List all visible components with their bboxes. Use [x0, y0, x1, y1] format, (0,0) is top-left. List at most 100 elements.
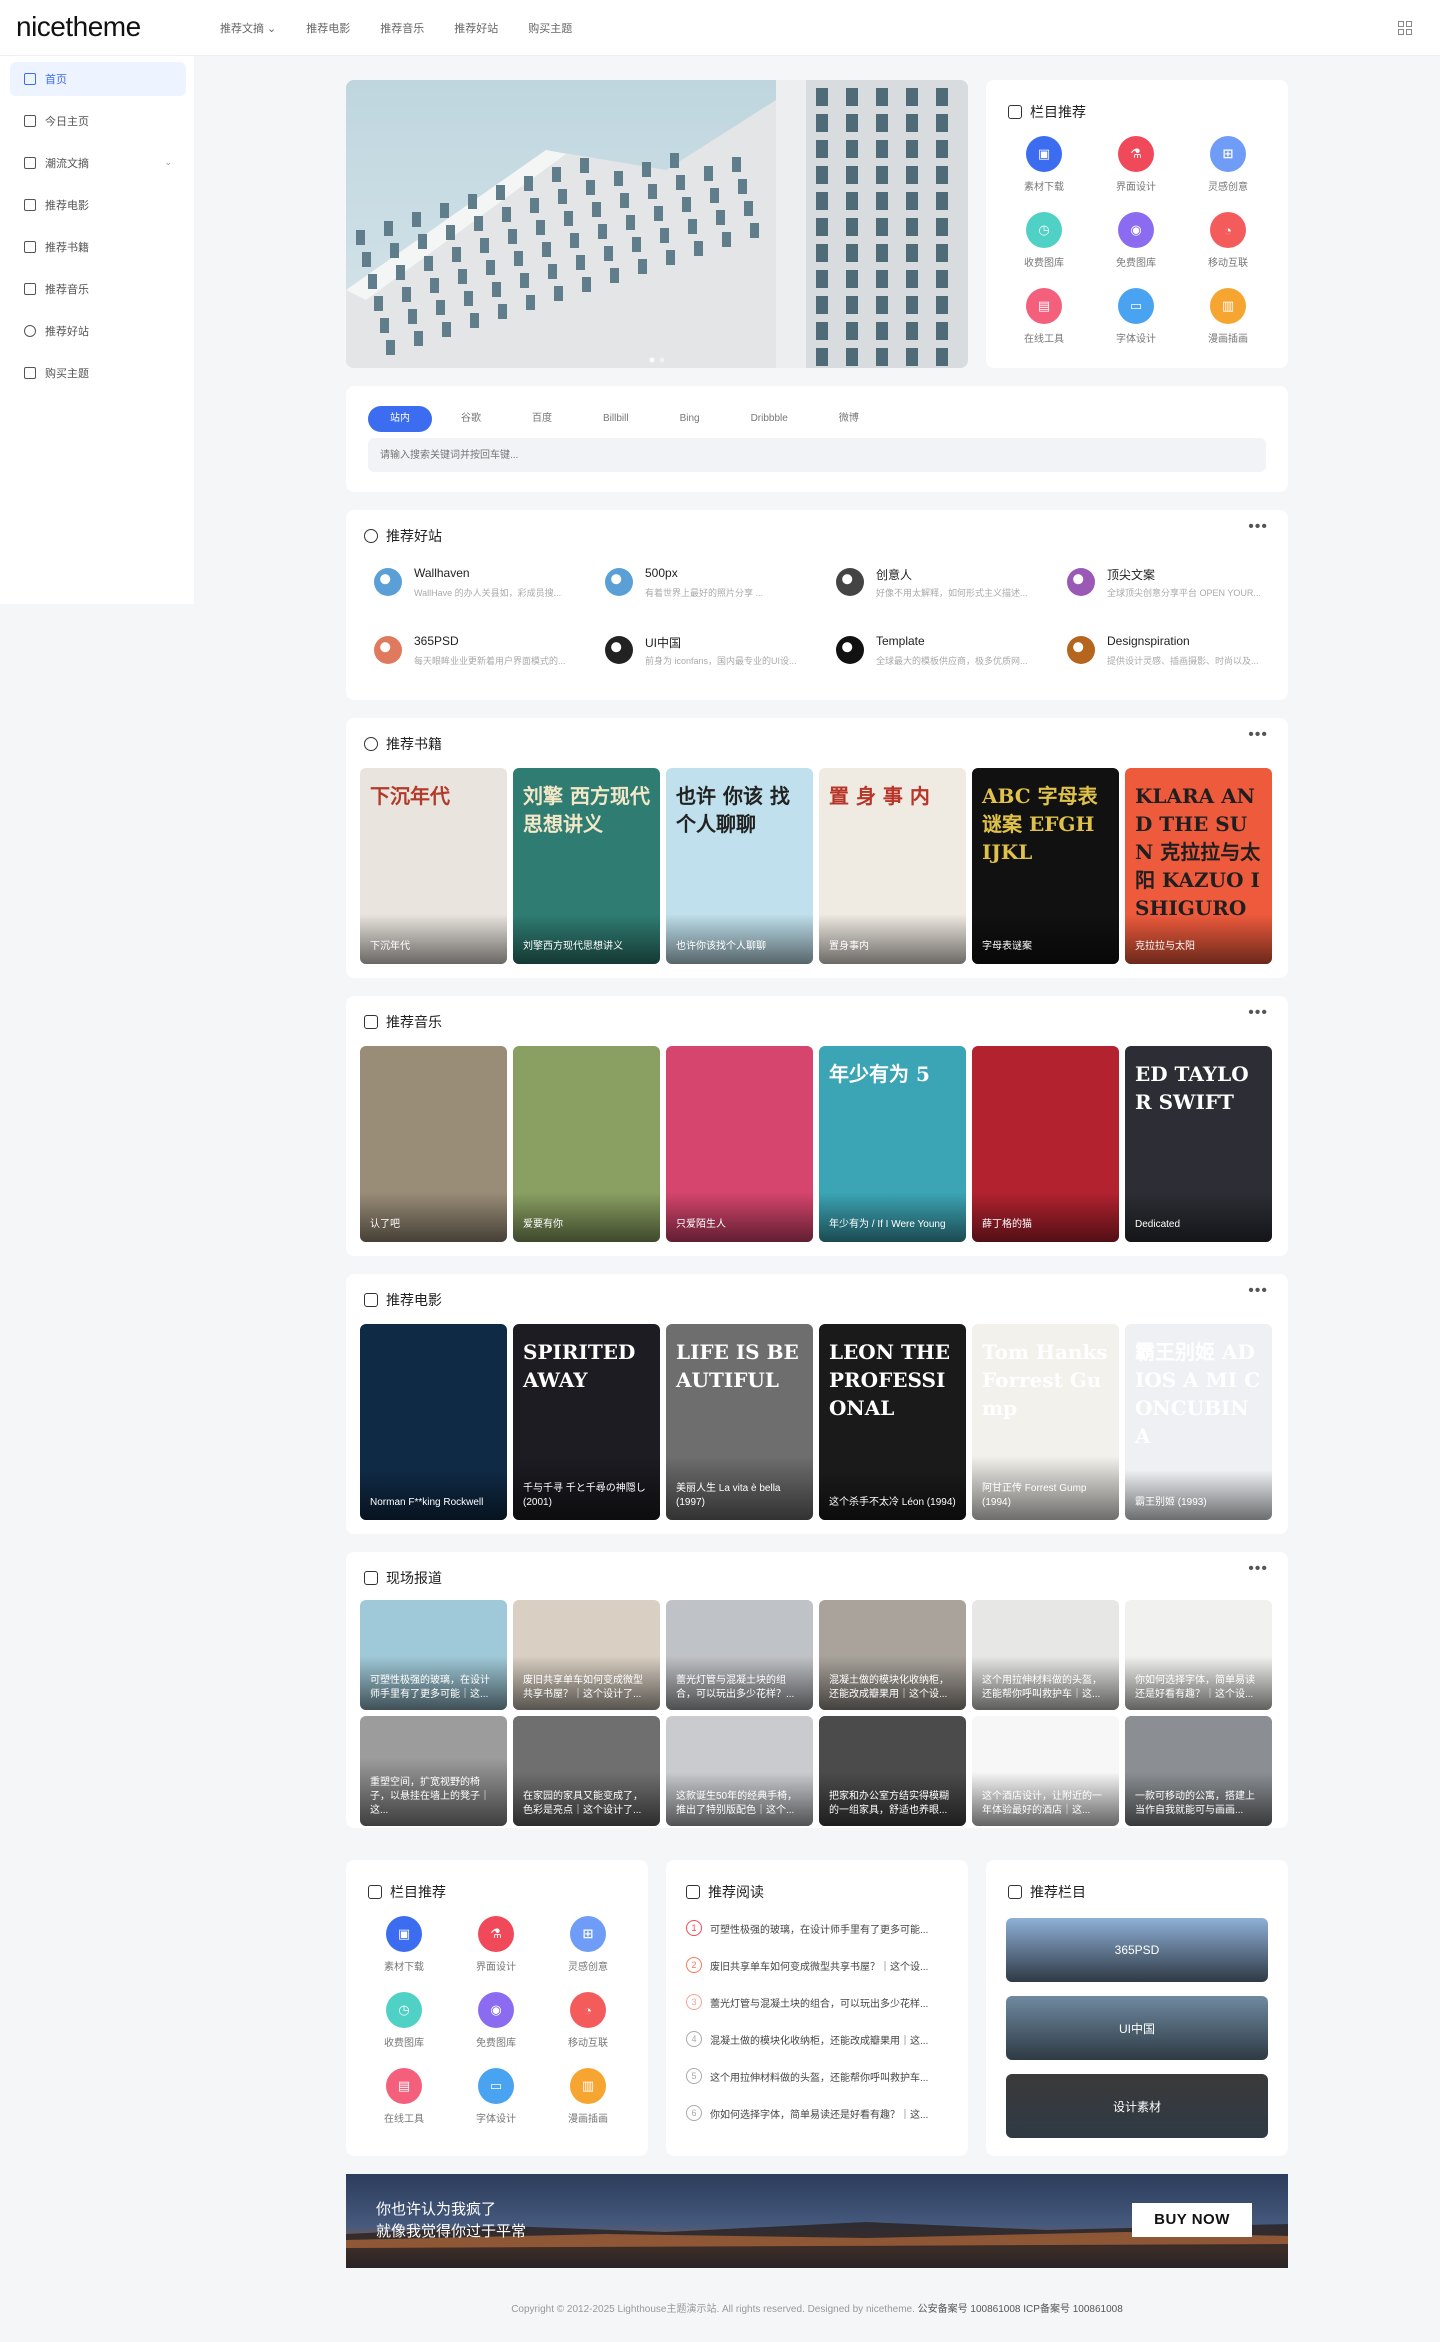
category-item[interactable]: ▣ 素材下载	[364, 1916, 444, 1976]
category-item[interactable]: ◉ 免费图库	[456, 1992, 536, 2052]
reading-item[interactable]: 2 废旧共享单车如何变成微型共享书屋？｜这个设...	[686, 1955, 948, 1975]
footer-icp-link[interactable]: ICP备案号 100861008	[1023, 2304, 1123, 2315]
category-item[interactable]: ◉ 免费图库	[1096, 212, 1176, 272]
site-item[interactable]: 创意人 好像不用太解释，如何形式主义描述...	[822, 554, 1042, 610]
movies-tile[interactable]: Tom Hanks Forrest Gump 阿甘正传 Forrest Gump …	[972, 1324, 1119, 1520]
site-item[interactable]: 顶尖文案 全球顶尖创意分享平台 OPEN YOUR...	[1053, 554, 1273, 610]
news-tile[interactable]: 这个用拉伸材料做的头盔，还能帮你呼叫救护车｜这...	[972, 1600, 1119, 1710]
books-tile[interactable]: 刘擎 西方现代 思想讲义 刘擎西方现代思想讲义	[513, 768, 660, 964]
search-input[interactable]	[368, 438, 1266, 472]
column-banner[interactable]: 设计素材	[1006, 2074, 1268, 2138]
sidebar-item-books[interactable]: 推荐书籍	[10, 230, 186, 264]
category-item[interactable]: ▭ 字体设计	[1096, 288, 1176, 348]
category-item[interactable]: ⚗ 界面设计	[1096, 136, 1176, 196]
news-tile[interactable]: 蕾光灯管与混凝土块的组合，可以玩出多少花样？...	[666, 1600, 813, 1710]
sidebar-item-today[interactable]: 今日主页	[10, 104, 186, 138]
sidebar-item-movies[interactable]: 推荐电影	[10, 188, 186, 222]
search-tab[interactable]: Dribbble	[729, 406, 810, 432]
category-item[interactable]: ◷ 收费图库	[1004, 212, 1084, 272]
movies-tile[interactable]: LIFE IS BEAUTIFUL 美丽人生 La vita è bella (1…	[666, 1324, 813, 1520]
category-item[interactable]: ◔ 移动互联	[1188, 212, 1268, 272]
category-label: 在线工具	[384, 2114, 424, 2125]
ad-banner[interactable]: 你也许认为我疯了 就像我觉得你过于平常 BUY NOW	[346, 2174, 1288, 2268]
movies-tile[interactable]: SPIRITED AWAY 千与千寻 千と千尋の神隠し (2001)	[513, 1324, 660, 1520]
category-item[interactable]: ◔ 移动互联	[548, 1992, 628, 2052]
reading-item[interactable]: 3 蕾光灯管与混凝土块的组合，可以玩出多少花样...	[686, 1992, 948, 2012]
category-item[interactable]: ◷ 收费图库	[364, 1992, 444, 2052]
search-tab[interactable]: 微博	[817, 406, 881, 432]
site-item[interactable]: Template 全球最大的模板供应商，极多优质网...	[822, 622, 1042, 678]
music-tile[interactable]: 认了吧	[360, 1046, 507, 1242]
more-icon[interactable]: •••	[1248, 1560, 1268, 1578]
sidebar-item-sites[interactable]: 推荐好站	[10, 314, 186, 348]
sidebar-item-music[interactable]: 推荐音乐	[10, 272, 186, 306]
category-item[interactable]: ▣ 素材下载	[1004, 136, 1084, 196]
topnav-item-buy[interactable]: 购买主题	[528, 20, 572, 36]
column-banner[interactable]: UI中国	[1006, 1996, 1268, 2060]
sidebar-item-home[interactable]: 首页	[10, 62, 186, 96]
column-banner[interactable]: 365PSD	[1006, 1918, 1268, 1982]
topnav-item-digest[interactable]: 推荐文摘 ⌄	[220, 20, 276, 36]
category-item[interactable]: ▤ 在线工具	[364, 2068, 444, 2128]
news-tile[interactable]: 可塑性极强的玻璃，在设计师手里有了更多可能｜这...	[360, 1600, 507, 1710]
site-item[interactable]: UI中国 前身为 iconfans，国内最专业的UI设...	[591, 622, 811, 678]
more-icon[interactable]: •••	[1248, 1004, 1268, 1022]
news-tile[interactable]: 混凝土做的模块化收纳柜，还能改成瓣果用｜这个设...	[819, 1600, 966, 1710]
books-tile[interactable]: 下沉年代 下沉年代	[360, 768, 507, 964]
hero-image[interactable]	[346, 80, 968, 368]
books-tile[interactable]: 也许 你该 找个人聊聊 也许你该找个人聊聊	[666, 768, 813, 964]
news-tile[interactable]: 你如何选择字体，简单易读还是好看有趣？｜这个设...	[1125, 1600, 1272, 1710]
sidebar-item-buy[interactable]: 购买主题	[10, 356, 186, 390]
search-tab[interactable]: Billbill	[581, 406, 651, 432]
news-tile[interactable]: 一款可移动的公寓，搭建上当作自我就能可与画画...	[1125, 1716, 1272, 1826]
reading-item[interactable]: 6 你如何选择字体，简单易读还是好看有趣？｜这...	[686, 2103, 948, 2123]
news-tile[interactable]: 在家园的家具又能变成了，色彩是亮点｜这个设计了...	[513, 1716, 660, 1826]
topnav-item-sites[interactable]: 推荐好站	[454, 20, 498, 36]
search-tab[interactable]: 谷歌	[439, 406, 503, 432]
news-tile[interactable]: 废旧共享单车如何变成微型共享书屋？｜这个设计了...	[513, 1600, 660, 1710]
books-tile[interactable]: 置 身 事 内置身事内	[819, 768, 966, 964]
books-tile[interactable]: KLARA AND THE SUN 克拉拉与太阳 KAZUO ISHIGURO 克…	[1125, 768, 1272, 964]
topnav-item-movies[interactable]: 推荐电影	[306, 20, 350, 36]
more-icon[interactable]: •••	[1248, 726, 1268, 744]
more-icon[interactable]: •••	[1248, 518, 1268, 536]
site-item[interactable]: Designspiration 提供设计灵感、插画摄影、时尚以及...	[1053, 622, 1273, 678]
category-item[interactable]: ⊞ 灵感创意	[548, 1916, 628, 1976]
site-logo[interactable]: nicetheme	[16, 10, 141, 44]
movies-tile[interactable]: Norman F**king Rockwell	[360, 1324, 507, 1520]
more-icon[interactable]: •••	[1248, 1282, 1268, 1300]
grid-menu-icon[interactable]	[1398, 21, 1412, 35]
category-item[interactable]: ▥ 漫画插画	[548, 2068, 628, 2128]
category-item[interactable]: ⚗ 界面设计	[456, 1916, 536, 1976]
site-item[interactable]: Wallhaven WallHave 的办人关县如，彩成员搜...	[360, 554, 580, 610]
site-item[interactable]: 500px 有着世界上最好的照片分享 ...	[591, 554, 811, 610]
music-tile[interactable]: 只爱陌生人	[666, 1046, 813, 1242]
books-tile[interactable]: ABC 字母表谜案 EFGH IJKL 字母表谜案	[972, 768, 1119, 964]
music-tile[interactable]: ED TAYLOR SWIFT Dedicated	[1125, 1046, 1272, 1242]
movies-tile[interactable]: LEON THE PROFESSIONAL 这个杀手不太冷 Léon (1994)	[819, 1324, 966, 1520]
footer-beian-link[interactable]: 公安备案号 100861008	[918, 2304, 1021, 2315]
search-tab[interactable]: 站内	[368, 406, 432, 432]
buy-now-button[interactable]: BUY NOW	[1132, 2203, 1252, 2237]
reading-item[interactable]: 1 可塑性极强的玻璃，在设计师手里有了更多可能...	[686, 1918, 948, 1938]
reading-item[interactable]: 4 混凝土做的模块化收纳柜，还能改成瓣果用｜这...	[686, 2029, 948, 2049]
reading-item[interactable]: 5 这个用拉伸材料做的头盔，还能帮你呼叫救护车...	[686, 2066, 948, 2086]
news-tile[interactable]: 这个酒店设计，让附近的一年体验最好的酒店｜这...	[972, 1716, 1119, 1826]
news-tile[interactable]: 这款诞生50年的经典手椅，推出了特别版配色｜这个...	[666, 1716, 813, 1826]
music-tile[interactable]: 年少有为 5 年少有为 / If I Were Young	[819, 1046, 966, 1242]
news-tile[interactable]: 把家和办公室方结实得模糊的一组家具，舒适也养眼...	[819, 1716, 966, 1826]
category-item[interactable]: ▤ 在线工具	[1004, 288, 1084, 348]
music-tile[interactable]: 爱要有你	[513, 1046, 660, 1242]
site-item[interactable]: 365PSD 每天眼眸业业更新着用户界面模式的...	[360, 622, 580, 678]
sidebar-item-label: 推荐好站	[45, 326, 89, 338]
category-item[interactable]: ▭ 字体设计	[456, 2068, 536, 2128]
category-item[interactable]: ⊞ 灵感创意	[1188, 136, 1268, 196]
news-tile[interactable]: 重塑空间，扩宽视野的椅子，以悬挂在墙上的凳子｜这...	[360, 1716, 507, 1826]
search-tab[interactable]: 百度	[510, 406, 574, 432]
search-tab[interactable]: Bing	[658, 406, 722, 432]
category-item[interactable]: ▥ 漫画插画	[1188, 288, 1268, 348]
music-tile[interactable]: 薛丁格的猫	[972, 1046, 1119, 1242]
sidebar-item-digest[interactable]: 潮流文摘 ⌄	[10, 146, 186, 180]
movies-tile[interactable]: 霸王别姬 ADIOS A MI CONCUBINA 霸王别姬 (1993)	[1125, 1324, 1272, 1520]
topnav-item-music[interactable]: 推荐音乐	[380, 20, 424, 36]
